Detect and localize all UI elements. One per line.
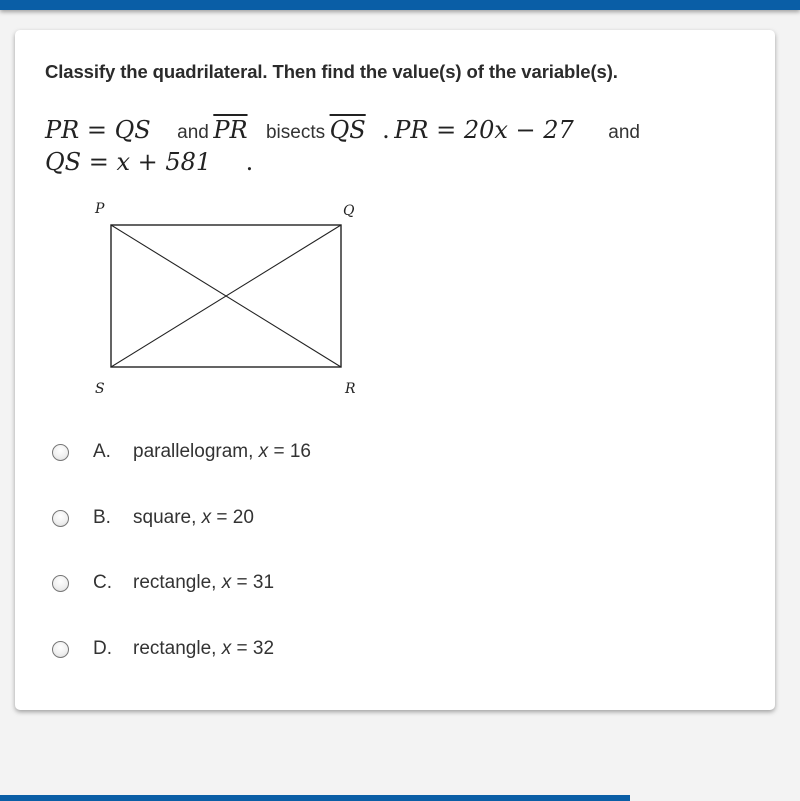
option-value: = 32 (231, 638, 275, 659)
option-label: square, (133, 507, 202, 528)
vertex-label-r: R (344, 381, 356, 397)
bisects-text: bisects (265, 122, 326, 143)
and-text-2: and (608, 122, 640, 143)
option-letter: B. (93, 507, 111, 528)
vertex-label-p: P (94, 201, 105, 217)
question-instruction: Classify the quadrilateral. Then find th… (45, 61, 618, 82)
option-variable: x (201, 507, 212, 528)
vertex-label-q: Q (343, 203, 355, 219)
option-label: parallelogram, (133, 441, 259, 462)
and-text: and (177, 122, 209, 143)
equation-qs: QS = x + 581 (45, 148, 212, 176)
equation-pr: PR = 20x − 27 (394, 116, 574, 144)
given-statement-line-2: QS = x + 581 . (45, 148, 253, 176)
option-letter: C. (93, 572, 112, 593)
top-header-bar (0, 0, 800, 10)
option-text: square, x = 20 (133, 507, 254, 529)
equation-pr-equals-qs: PR = QS (45, 116, 151, 144)
quadrilateral-diagram: P Q R S (85, 195, 385, 405)
period: . (382, 116, 390, 144)
option-value: = 20 (211, 507, 254, 528)
option-text: parallelogram, x = 16 (133, 441, 311, 463)
option-letter: D. (93, 638, 112, 659)
segment-qs: QS (329, 116, 366, 144)
answer-option-d[interactable]: D. rectangle, x = 32 (45, 634, 274, 664)
option-letter: A. (93, 441, 111, 462)
option-value: = 31 (231, 572, 275, 593)
vertex-label-s: S (95, 381, 105, 397)
radio-button-b[interactable] (52, 509, 69, 527)
answer-option-c[interactable]: C. rectangle, x = 31 (45, 568, 274, 598)
radio-button-d[interactable] (52, 640, 69, 658)
option-label: rectangle, (133, 572, 222, 593)
answer-option-b[interactable]: B. square, x = 20 (45, 503, 254, 533)
option-variable: x (221, 638, 232, 659)
radio-button-c[interactable] (52, 574, 69, 592)
answer-option-a[interactable]: A. parallelogram, x = 16 (45, 437, 311, 467)
bottom-bar (0, 795, 630, 801)
option-variable: x (258, 441, 269, 462)
option-variable: x (221, 572, 232, 593)
option-label: rectangle, (133, 638, 222, 659)
option-text: rectangle, x = 31 (133, 572, 274, 594)
period-2: . (245, 148, 254, 176)
given-statement-line-1: PR = QS and PR bisects QS . PR = 20x − 2… (45, 116, 640, 144)
option-text: rectangle, x = 32 (133, 638, 274, 660)
option-value: = 16 (268, 441, 311, 462)
radio-button-a[interactable] (52, 443, 69, 461)
segment-pr: PR (213, 116, 248, 144)
question-card: Classify the quadrilateral. Then find th… (15, 30, 775, 710)
